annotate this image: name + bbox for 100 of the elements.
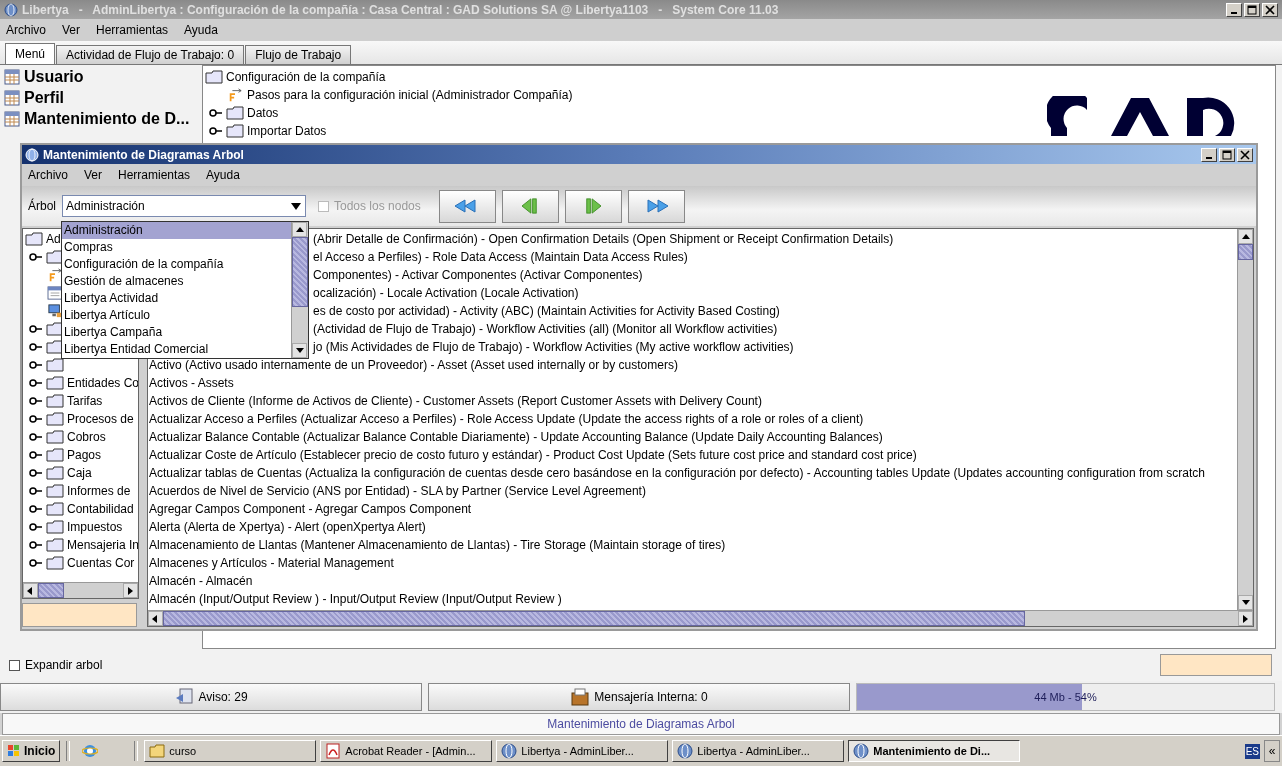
language-indicator[interactable]: ES (1244, 743, 1260, 759)
list-item[interactable]: Acuerdos de Nivel de Servicio (ANS por Entidad) - SLA by Partner (Service Level Agreement) (149, 484, 646, 498)
tree-node[interactable]: Datos (247, 106, 279, 120)
tree-node[interactable]: Cobros (67, 430, 106, 444)
expander-icon[interactable] (29, 540, 43, 550)
expander-icon[interactable] (29, 378, 43, 388)
tree-node[interactable]: Impuestos (67, 520, 123, 534)
menu-item[interactable]: Ver (62, 23, 81, 37)
dropdown-option[interactable]: Configuración de la compañía (62, 256, 291, 273)
shortcut-item[interactable]: Usuario (24, 68, 84, 86)
tree-node[interactable]: Caja (67, 466, 92, 480)
expander-icon[interactable] (29, 522, 43, 532)
taskbar-button[interactable]: Libertya - AdminLiber... (672, 740, 845, 762)
list-item[interactable]: Actualizar Balance Contable (Actualizar Balance Contable Diariamente) - Update Accounting Balance (Update Daily Accounting Balances) (149, 430, 883, 444)
expander-icon[interactable] (29, 342, 43, 352)
dropdown-option[interactable]: Libertya Artículo (62, 307, 291, 324)
checkbox-label[interactable]: Expandir arbol (25, 658, 103, 672)
tree-node[interactable]: Cuentas Cor (67, 556, 135, 570)
tree-node[interactable]: Pagos (67, 448, 102, 462)
vertical-scrollbar[interactable] (1237, 229, 1253, 610)
tab[interactable]: Flujo de Trabajo (245, 45, 352, 64)
list-item[interactable]: jo (Mis Actividades de Flujo de Trabajo) - Workflow Activities (My active workflow activities) (313, 340, 794, 354)
tray-toggle-button[interactable]: « (1264, 740, 1280, 762)
tree-node[interactable]: Importar Datos (247, 124, 327, 138)
list-item[interactable]: el Acceso a Perfiles) - Role Data Access (Maintain Data Access Rules) (313, 250, 688, 264)
previous-button[interactable] (501, 189, 559, 223)
expander-icon[interactable] (29, 486, 43, 496)
expander-icon[interactable] (209, 126, 223, 136)
menu-item[interactable]: Ayuda (206, 168, 240, 182)
minimize-button[interactable] (1201, 147, 1217, 162)
menu-item[interactable]: Herramientas (96, 23, 169, 37)
expander-icon[interactable] (29, 450, 43, 460)
list-item[interactable]: Activo (Activo usado internamente de un Proveedor) - Asset (Asset used internally or by customers) (149, 358, 678, 372)
menu-item[interactable]: Herramientas (118, 168, 191, 182)
horizontal-scrollbar[interactable] (23, 582, 138, 598)
dropdown-option[interactable]: Administración (62, 222, 291, 239)
messages-button[interactable]: Mensajería Interna: 0 (428, 683, 850, 711)
list-item[interactable]: Almacén - Almacén (149, 574, 253, 588)
dropdown-option[interactable]: Gestión de almacenes (62, 273, 291, 290)
last-button[interactable] (627, 189, 685, 223)
notices-button[interactable]: Aviso: 29 (0, 683, 422, 711)
list-item[interactable]: Componentes) - Activar Componentes (Activar Componentes) (313, 268, 643, 282)
list-item[interactable]: Alerta (Alerta de Xpertya) - Alert (openXpertya Alert) (149, 520, 426, 534)
list-item[interactable]: (Actividad de Flujo de Trabajo) - Workflow Activities (all) (Monitor all Workflow activities) (313, 322, 778, 336)
list-item[interactable]: Almacenes y Artículos - Material Management (149, 556, 394, 570)
maximize-button[interactable] (1219, 147, 1235, 162)
tree-node[interactable]: Pasos para la configuración inicial (Administrador Compañía) (247, 88, 573, 102)
expander-icon[interactable] (29, 396, 43, 406)
menu-item[interactable]: Archivo (28, 168, 68, 182)
tree-node[interactable]: Entidades Co (67, 376, 138, 390)
list-item[interactable]: Almacenamiento de Llantas (Mantener Almacenamiento de Llantas) - Tire Storage (Maintain storage of tires) (149, 538, 726, 552)
tree-dropdown[interactable]: Administración (62, 195, 306, 217)
expander-icon[interactable] (29, 558, 43, 568)
list-item[interactable]: Almacén (Input/Output Review ) - Input/Output Review (Input/Output Review ) (149, 592, 562, 606)
first-button[interactable] (438, 189, 496, 223)
list-item[interactable]: es de costo por actividad) - Activity (ABC) (Maintain Activities for Activity Based Costing) (313, 304, 780, 318)
tree-node[interactable]: Tarifas (67, 394, 103, 408)
expander-icon[interactable] (29, 414, 43, 424)
expander-icon[interactable] (29, 324, 43, 334)
checkbox[interactable] (9, 659, 20, 671)
close-button[interactable] (1237, 147, 1253, 162)
shortcut-item[interactable]: Mantenimiento de D... (24, 110, 190, 128)
vertical-scrollbar[interactable] (291, 222, 308, 358)
menu-item[interactable]: Ayuda (184, 23, 218, 37)
expander-icon[interactable] (29, 468, 43, 478)
list-item[interactable]: Actualizar Coste de Artículo (Establecer precio de costo futuro y estándar) - Product Cost Update (Sets future cost price and standard cost price) (149, 448, 917, 462)
list-item[interactable]: (Abrir Detalle de Confirmación) - Open Confirmation Details (Open Shipment or Receipt Confirmation Details) (313, 232, 894, 246)
browser-icon[interactable] (82, 743, 99, 759)
list-item[interactable]: ocalización) - Locale Activation (Locale Activation) (313, 286, 579, 300)
taskbar-button[interactable]: curso (144, 740, 317, 762)
close-button[interactable] (1262, 2, 1278, 17)
taskbar-button[interactable]: Acrobat Reader - [Admin... (320, 740, 493, 762)
dropdown-option[interactable]: Compras (62, 239, 291, 256)
expander-icon[interactable] (29, 504, 43, 514)
expander-icon[interactable] (29, 360, 43, 370)
list-item[interactable]: Actualizar tablas de Cuentas (Actualiza la configuración de cuentas desde cero basándose en la configuración por defecto) - Accounting tables Update (Updates accounting configuration from scratch (149, 466, 1205, 480)
list-item[interactable]: Activos de Cliente (Informe de Activos de Cliente) - Customer Assets (Report Customer Assets with Delivery Count) (149, 394, 762, 408)
start-button[interactable]: Inicio (2, 740, 61, 762)
tree-node[interactable]: Ad (46, 232, 61, 246)
list-item[interactable]: Actualizar Acceso a Perfiles (Actualizar Acceso a Perfiles) - Role Access Update (Update the access rights of a role or roles of a client) (149, 412, 864, 426)
menu-item[interactable]: Ver (84, 168, 103, 182)
expander-icon[interactable] (29, 432, 43, 442)
shortcut-item[interactable]: Perfil (24, 89, 64, 107)
dropdown-option[interactable]: Libertya Actividad (62, 290, 291, 307)
dropdown-option[interactable]: Libertya Campaña (62, 324, 291, 341)
list-item[interactable]: Agregar Campos Component - Agregar Campos Component (149, 502, 472, 516)
taskbar-button[interactable]: Libertya - AdminLiber... (496, 740, 669, 762)
tab[interactable]: Actividad de Flujo de Trabajo: 0 (56, 45, 245, 64)
tree-node[interactable]: Informes de (67, 484, 131, 498)
minimize-button[interactable] (1226, 2, 1242, 17)
taskbar-button[interactable]: Mantenimiento de Di... (848, 740, 1021, 762)
tree-node[interactable]: Configuración de la compañía (226, 70, 386, 84)
list-item[interactable]: Activos - Assets (149, 376, 234, 390)
menu-item[interactable]: Archivo (6, 23, 46, 37)
horizontal-scrollbar[interactable] (148, 610, 1253, 626)
next-button[interactable] (564, 189, 622, 223)
dropdown-option[interactable]: Libertya Entidad Comercial (62, 341, 291, 358)
expander-icon[interactable] (209, 108, 223, 118)
tree-node[interactable]: Contabilidad (67, 502, 134, 516)
tree-node[interactable]: Mensajeria In (67, 538, 138, 552)
